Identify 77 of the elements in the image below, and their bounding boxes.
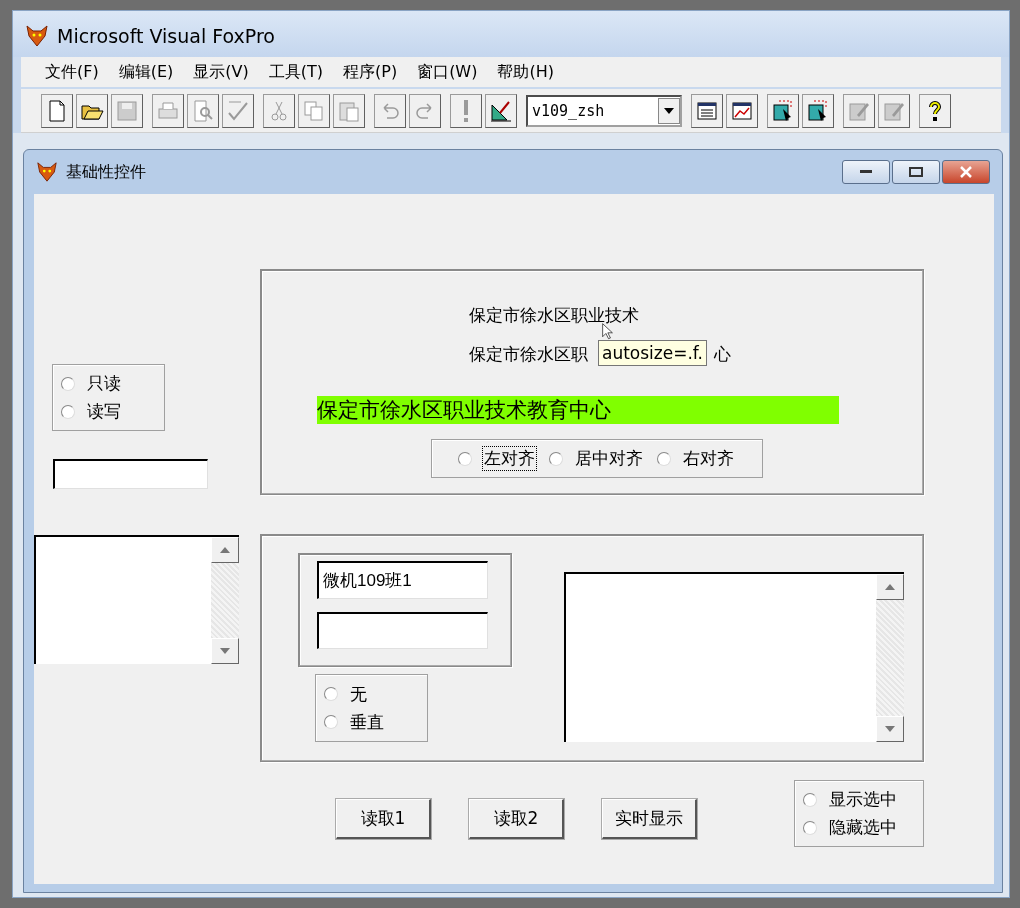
edit-box[interactable] bbox=[564, 572, 904, 742]
menu-item[interactable]: 编辑(E) bbox=[108, 61, 184, 83]
fox-logo-icon bbox=[25, 24, 49, 48]
radio-button[interactable] bbox=[324, 715, 338, 729]
down-arrow-icon bbox=[885, 726, 895, 732]
option-label[interactable]: 读写 bbox=[85, 399, 123, 424]
menu-item[interactable]: 帮助(H) bbox=[487, 61, 564, 83]
radio-button[interactable] bbox=[657, 451, 671, 466]
toolbar-button[interactable] bbox=[485, 93, 517, 128]
radio-button[interactable] bbox=[61, 404, 75, 419]
report-icon bbox=[771, 98, 795, 123]
text-label: 保定市徐水区职 bbox=[469, 343, 588, 366]
down-arrow-icon bbox=[220, 648, 230, 654]
close-button[interactable] bbox=[942, 160, 990, 184]
option-label[interactable]: 显示选中 bbox=[827, 787, 899, 812]
list-box[interactable] bbox=[34, 535, 239, 664]
command-button[interactable]: 实时显示 bbox=[602, 799, 697, 839]
menu-item[interactable]: 程序(P) bbox=[333, 61, 408, 83]
scroll-down-button[interactable] bbox=[876, 716, 904, 742]
toolbar-button[interactable] bbox=[919, 93, 951, 128]
spellcheck-icon bbox=[226, 98, 250, 123]
save-icon bbox=[115, 98, 139, 123]
toolbar-button[interactable] bbox=[76, 93, 108, 128]
option-label[interactable]: 无 bbox=[348, 681, 369, 707]
minimize-button[interactable] bbox=[842, 160, 890, 184]
magnifier-page-icon bbox=[191, 98, 215, 123]
minimize-icon bbox=[860, 170, 872, 174]
scroll-up-button[interactable] bbox=[876, 574, 904, 600]
text-field[interactable] bbox=[317, 612, 488, 649]
toolbar-button[interactable] bbox=[802, 93, 834, 128]
option-label[interactable]: 居中对齐 bbox=[573, 446, 645, 471]
text-field[interactable] bbox=[53, 459, 208, 489]
radio-button[interactable] bbox=[803, 820, 817, 835]
radio-button[interactable] bbox=[803, 792, 817, 807]
close-icon bbox=[960, 166, 972, 178]
radio-button[interactable] bbox=[324, 687, 338, 701]
menu-item[interactable]: 显示(V) bbox=[183, 61, 259, 83]
toolbar-button[interactable] bbox=[691, 93, 723, 128]
mouse-cursor-icon bbox=[602, 323, 615, 340]
scroll-down-button[interactable] bbox=[211, 638, 239, 664]
copy-icon bbox=[302, 98, 326, 123]
option-label[interactable]: 左对齐 bbox=[482, 446, 537, 471]
project-combo[interactable]: v109_zsh bbox=[526, 94, 682, 127]
dropdown-button[interactable] bbox=[658, 97, 680, 124]
report-icon bbox=[806, 98, 830, 123]
text-label: 心 bbox=[714, 343, 731, 366]
option-label[interactable]: 垂直 bbox=[348, 709, 386, 735]
menu-item[interactable]: 工具(T) bbox=[258, 61, 333, 83]
radio-button[interactable] bbox=[549, 451, 563, 466]
radio-button[interactable] bbox=[61, 376, 75, 391]
menu-item[interactable]: 窗口(W) bbox=[407, 61, 488, 83]
maximize-icon bbox=[909, 167, 923, 177]
radio-button[interactable] bbox=[458, 451, 472, 466]
window-title: Microsoft Visual FoxPro bbox=[57, 25, 275, 47]
command-button[interactable]: 读取1 bbox=[336, 799, 431, 839]
exclamation-icon bbox=[463, 99, 469, 122]
form-title: 基础性控件 bbox=[66, 161, 147, 183]
scrollbar[interactable] bbox=[876, 574, 904, 742]
option-label[interactable]: 隐藏选中 bbox=[827, 815, 899, 840]
toolbar-button[interactable] bbox=[767, 93, 799, 128]
fox-logo-icon bbox=[36, 161, 58, 183]
option-label[interactable]: 只读 bbox=[85, 371, 123, 396]
up-arrow-icon bbox=[885, 584, 895, 590]
menu-item[interactable]: 文件(F) bbox=[35, 61, 109, 83]
caret-icon bbox=[664, 107, 674, 114]
toolbar-button[interactable] bbox=[41, 93, 73, 128]
text-field[interactable]: 微机109班1 bbox=[317, 561, 488, 599]
command-button[interactable]: 读取2 bbox=[469, 799, 564, 839]
maximize-button[interactable] bbox=[892, 160, 940, 184]
toolbar-button[interactable] bbox=[726, 93, 758, 128]
scroll-up-button[interactable] bbox=[211, 537, 239, 563]
banner-label: 保定市徐水区职业技术教育中心 bbox=[317, 396, 839, 424]
tooltip: autosize=.f. bbox=[598, 340, 708, 366]
scrollbar[interactable] bbox=[211, 537, 239, 664]
text-label: 保定市徐水区职业技术 bbox=[469, 304, 639, 327]
option-label[interactable]: 右对齐 bbox=[681, 446, 736, 471]
up-arrow-icon bbox=[220, 547, 230, 553]
